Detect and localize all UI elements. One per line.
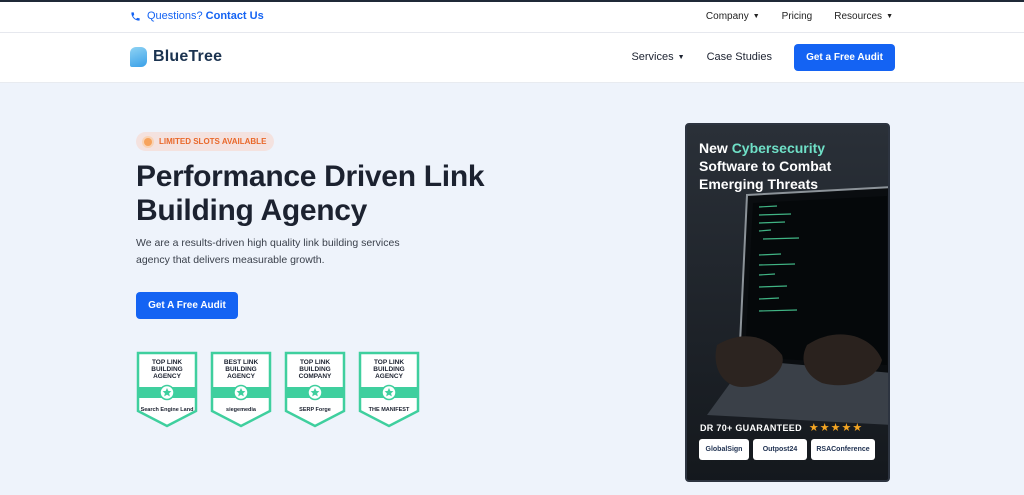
hero-title: Performance Driven Link Building Agency [136,160,485,227]
award-badge: TOP LINK BUILDING AGENCY THE MANIFEST [358,351,420,428]
chevron-down-icon: ▼ [886,13,893,20]
award-label: TOP LINK BUILDING AGENCY [151,359,183,380]
award-source: THE MANIFEST [368,407,410,413]
partner-logos: GlobalSign Outpost24 RSAConference [699,439,875,460]
nav-case-studies-label: Case Studies [706,51,772,63]
limited-slots-badge: LIMITED SLOTS AVAILABLE [136,132,275,151]
award-badges: TOP LINK BUILDING AGENCY Search Engine L… [136,351,432,428]
nav-resources[interactable]: Resources ▼ [834,11,893,22]
heading-post: Software to Combat Emerging Threats [699,158,832,192]
hero-subtitle: We are a results-driven high quality lin… [136,237,400,266]
logo-text: BlueTree [153,48,223,65]
award-label: TOP LINK BUILDING AGENCY [373,359,405,380]
nav-resources-label: Resources [834,11,883,22]
utility-bar: Questions? Contact Us Company ▼ Pricing R… [0,0,1024,33]
nav-services[interactable]: Services ▼ [631,51,684,63]
nav-case-studies[interactable]: Case Studies [707,51,772,63]
phone-icon [131,11,140,21]
award-source: siegemedia [226,407,256,413]
award-badge: TOP LINK BUILDING AGENCY Search Engine L… [136,351,198,428]
contact-link[interactable]: Questions? Contact Us [130,10,264,22]
dr-guarantee: DR 70+ GUARANTEED ★★★★★ [700,421,863,434]
rating-stars: ★★★★★ [808,422,864,434]
dr-text: DR 70+ GUARANTEED [700,422,802,433]
award-source: SERP Forge [299,407,331,413]
partner-logo: GlobalSign [699,439,749,460]
logo[interactable]: BlueTree [130,47,222,67]
nav-pricing[interactable]: Pricing [782,11,813,22]
hero-free-audit-button[interactable]: Get A Free Audit [136,292,238,319]
case-study-heading: New Cybersecurity Software to Combat Eme… [699,139,879,193]
case-study-card[interactable]: New Cybersecurity Software to Combat Eme… [685,123,890,482]
pulse-dot-icon [144,137,152,146]
nav-company[interactable]: Company ▼ [706,11,760,22]
nav-company-label: Company [705,11,749,22]
main-header: BlueTree Services ▼ Case Studies Get a Fr… [0,33,1024,83]
award-label: BEST LINK BUILDING AGENCY [223,359,259,380]
award-badge: BEST LINK BUILDING AGENCY siegemedia [210,351,272,428]
partner-logo: Outpost24 [753,439,807,460]
partner-logo: RSAConference [811,439,875,460]
award-label: TOP LINK BUILDING COMPANY [298,359,332,380]
chevron-down-icon: ▼ [752,13,760,20]
main-nav: Services ▼ Case Studies [631,51,772,63]
limited-slots-text: LIMITED SLOTS AVAILABLE [159,137,267,146]
nav-services-label: Services [631,51,674,63]
heading-pre: New [699,140,732,156]
nav-pricing-label: Pricing [781,11,813,22]
question-text: Questions? [147,10,203,22]
award-badge: TOP LINK BUILDING COMPANY SERP Forge [284,351,346,428]
get-free-audit-button[interactable]: Get a Free Audit [794,44,895,71]
contact-us-link[interactable]: Contact Us [206,10,264,22]
chevron-down-icon: ▼ [677,53,685,61]
bluetree-logo-icon [130,47,147,67]
utility-nav: Company ▼ Pricing Resources ▼ [706,11,893,22]
heading-accent: Cybersecurity [731,140,826,156]
award-source: Search Engine Land [140,407,194,413]
